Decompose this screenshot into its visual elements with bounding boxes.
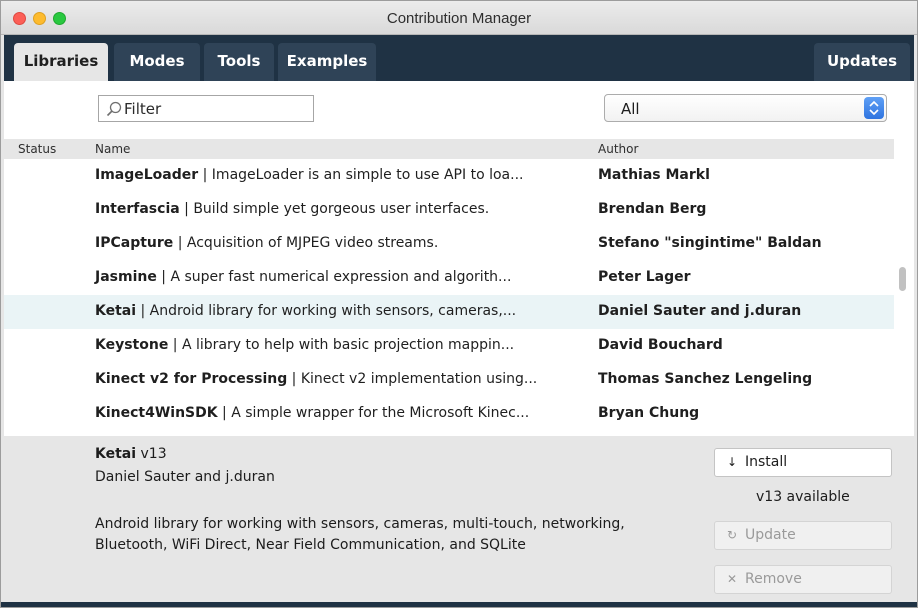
library-description: Android library for working with sensors… [149, 303, 517, 319]
library-name: IPCapture [95, 235, 174, 251]
library-author: Mathias Markl [598, 167, 710, 183]
library-name: Interfascia [95, 201, 180, 217]
library-description: A super fast numerical expression and al… [170, 269, 512, 285]
column-author[interactable]: Author [598, 142, 638, 156]
update-button[interactable]: ↻ Update [714, 521, 892, 550]
library-details-panel: Ketai v13 Daniel Sauter and j.duran Andr… [4, 436, 914, 602]
library-description: Acquisition of MJPEG video streams. [186, 235, 439, 251]
library-description: A library to help with basic projection … [181, 337, 515, 353]
table-row[interactable]: Kinect v2 for Processing | Kinect v2 imp… [4, 363, 894, 397]
list-scrollbar[interactable] [894, 139, 914, 436]
refresh-icon: ↻ [727, 528, 738, 542]
library-list-panel: Filter All Status Name Author ImageLoade… [4, 81, 914, 436]
column-status[interactable]: Status [18, 142, 56, 156]
library-name: Kinect v2 for Processing [95, 371, 288, 387]
table-row-selected[interactable]: Ketai | Android library for working with… [4, 295, 894, 329]
close-icon: ✕ [727, 572, 738, 586]
details-description: Android library for working with sensors… [95, 516, 625, 553]
install-label: Install [745, 454, 788, 470]
table-row[interactable]: IPCapture | Acquisition of MJPEG video s… [4, 227, 894, 261]
filter-input[interactable]: Filter [98, 95, 314, 122]
column-header: Status Name Author [4, 139, 894, 159]
details-title: Ketai v13 [95, 446, 167, 462]
table-row[interactable]: Keystone | A library to help with basic … [4, 329, 894, 363]
title-bar: Contribution Manager [1, 1, 917, 35]
search-icon [106, 101, 122, 117]
tab-examples[interactable]: Examples [278, 43, 376, 81]
table-row[interactable]: Jasmine | A super fast numerical express… [4, 261, 894, 295]
details-version: v13 [140, 446, 167, 462]
remove-label: Remove [745, 571, 802, 587]
library-name: ImageLoader [95, 167, 199, 183]
update-label: Update [745, 527, 796, 543]
library-description: A simple wrapper for the Microsoft Kinec… [231, 405, 530, 421]
tab-modes[interactable]: Modes [114, 43, 200, 81]
contribution-manager-window: Contribution Manager Libraries Modes Too… [0, 0, 918, 608]
library-name: Jasmine [95, 269, 157, 285]
library-name: Kinect4WinSDK [95, 405, 218, 421]
details-author: Daniel Sauter and j.duran [95, 469, 275, 485]
tab-bar: Libraries Modes Tools Examples Updates [4, 35, 914, 81]
column-name[interactable]: Name [95, 142, 130, 156]
library-author: David Bouchard [598, 337, 723, 353]
library-description: ImageLoader is an simple to use API to l… [211, 167, 524, 183]
updown-arrows-icon [864, 97, 884, 119]
library-author: Thomas Sanchez Lengeling [598, 371, 813, 387]
available-version: v13 available [756, 489, 850, 505]
remove-button[interactable]: ✕ Remove [714, 565, 892, 594]
library-author: Stefano "singintime" Baldan [598, 235, 822, 251]
category-select-value: All [621, 100, 640, 118]
install-button[interactable]: ↓ Install [714, 448, 892, 477]
table-row[interactable]: ImageLoader | ImageLoader is an simple t… [4, 159, 894, 193]
tab-updates[interactable]: Updates [814, 43, 910, 81]
library-name: Keystone [95, 337, 169, 353]
library-author: Brendan Berg [598, 201, 707, 217]
tab-libraries[interactable]: Libraries [14, 43, 108, 81]
library-description: Build simple yet gorgeous user interface… [193, 201, 490, 217]
category-select[interactable]: All [604, 94, 887, 122]
scrollbar-thumb[interactable] [899, 267, 906, 291]
window-bottom-border [1, 602, 917, 607]
details-name: Ketai [95, 446, 137, 462]
download-arrow-icon: ↓ [727, 455, 738, 469]
library-description: Kinect v2 implementation using... [300, 371, 538, 387]
library-list: ImageLoader | ImageLoader is an simple t… [4, 159, 894, 436]
table-row[interactable]: Interfascia | Build simple yet gorgeous … [4, 193, 894, 227]
filter-text: Filter [124, 100, 162, 118]
library-author: Daniel Sauter and j.duran [598, 303, 802, 319]
library-author: Peter Lager [598, 269, 691, 285]
window-title: Contribution Manager [386, 10, 532, 27]
library-author: Bryan Chung [598, 405, 700, 421]
tab-tools[interactable]: Tools [204, 43, 274, 81]
library-name: Ketai [95, 303, 137, 319]
table-row[interactable]: Kinect4WinSDK | A simple wrapper for the… [4, 397, 894, 431]
